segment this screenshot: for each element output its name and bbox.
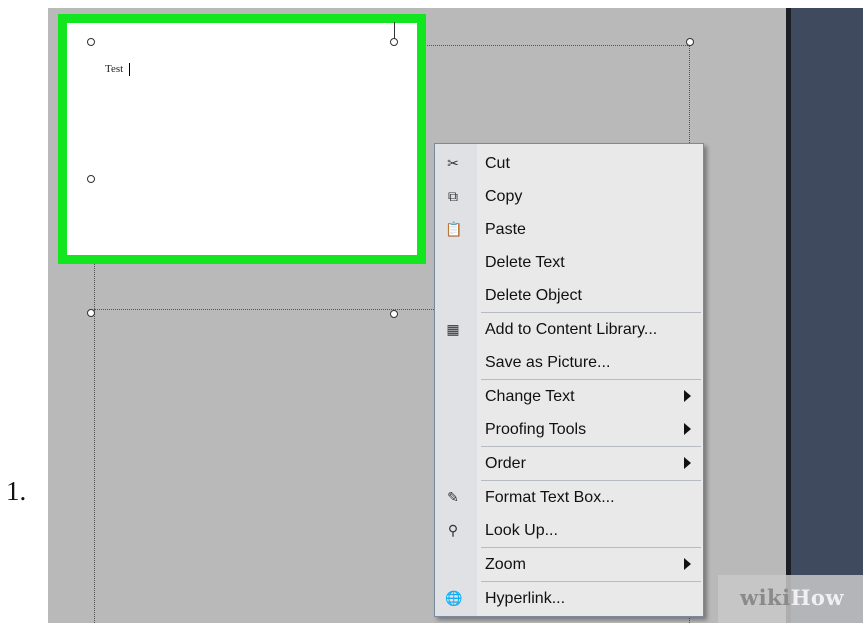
watermark-how: How: [790, 585, 845, 610]
menu-item-delete-text[interactable]: Delete Text: [435, 246, 703, 279]
menu-item-label: Save as Picture...: [485, 354, 611, 371]
menu-item-proofing-tools[interactable]: Proofing Tools: [435, 413, 703, 446]
menu-item-order[interactable]: Order: [435, 447, 703, 480]
copy-icon: ⧉: [448, 188, 458, 204]
paste-icon: 📋: [445, 221, 463, 237]
menu-item-label: Paste: [485, 221, 526, 238]
text-cursor: [129, 63, 130, 76]
menu-item-hyperlink[interactable]: 🌐 Hyperlink...: [435, 582, 703, 615]
resize-handle-top[interactable]: [390, 38, 398, 46]
menu-item-paste[interactable]: 📋 Paste: [435, 213, 703, 246]
menu-item-label: Cut: [485, 155, 510, 172]
step-number: 1.: [6, 476, 27, 506]
menu-item-label: Format Text Box...: [485, 489, 615, 506]
watermark-text: wikiHow: [740, 585, 844, 610]
menu-item-save-as-picture[interactable]: Save as Picture...: [435, 346, 703, 379]
resize-handle-top-right[interactable]: [686, 38, 694, 46]
submenu-arrow-icon: [684, 457, 691, 469]
menu-item-label: Zoom: [485, 556, 526, 573]
text-box-content[interactable]: Test: [105, 63, 123, 75]
globe-link-icon: 🌐: [445, 590, 463, 606]
menu-item-label: Copy: [485, 188, 523, 205]
menu-item-label: Change Text: [485, 388, 575, 405]
context-menu: ✂ Cut ⧉ Copy 📋 Paste Delete Text Delete …: [434, 143, 704, 617]
menu-item-label: Delete Object: [485, 287, 582, 304]
menu-item-copy[interactable]: ⧉ Copy: [435, 180, 703, 213]
submenu-arrow-icon: [684, 423, 691, 435]
scissors-icon: ✂: [447, 155, 459, 171]
resize-handle-top-left[interactable]: [87, 38, 95, 46]
content-library-icon: ▦: [446, 321, 460, 337]
menu-item-zoom[interactable]: Zoom: [435, 548, 703, 581]
resize-handle-bottom-left[interactable]: [87, 309, 95, 317]
side-panel-border: [786, 8, 791, 623]
menu-item-cut[interactable]: ✂ Cut: [435, 147, 703, 180]
side-panel: [786, 8, 863, 623]
watermark-wiki: wiki: [740, 585, 791, 610]
selected-text-box[interactable]: Test: [58, 14, 426, 264]
menu-item-add-to-content-library[interactable]: ▦ Add to Content Library...: [435, 313, 703, 346]
menu-item-change-text[interactable]: Change Text: [435, 380, 703, 413]
resize-handle-left[interactable]: [87, 175, 95, 183]
submenu-arrow-icon: [684, 390, 691, 402]
wikihow-watermark: wikiHow: [718, 575, 863, 623]
submenu-arrow-icon: [684, 558, 691, 570]
format-text-box-icon: ✎: [447, 489, 459, 505]
menu-item-format-text-box[interactable]: ✎ Format Text Box...: [435, 481, 703, 514]
resize-handle-bottom[interactable]: [390, 310, 398, 318]
menu-item-look-up[interactable]: ⚲ Look Up...: [435, 514, 703, 547]
menu-item-label: Add to Content Library...: [485, 321, 658, 338]
menu-item-label: Look Up...: [485, 522, 558, 539]
menu-item-delete-object[interactable]: Delete Object: [435, 279, 703, 312]
menu-item-label: Delete Text: [485, 254, 565, 271]
menu-item-label: Hyperlink...: [485, 590, 566, 607]
menu-item-label: Order: [485, 455, 526, 472]
binoculars-icon: ⚲: [447, 522, 459, 538]
menu-item-label: Proofing Tools: [485, 421, 587, 438]
